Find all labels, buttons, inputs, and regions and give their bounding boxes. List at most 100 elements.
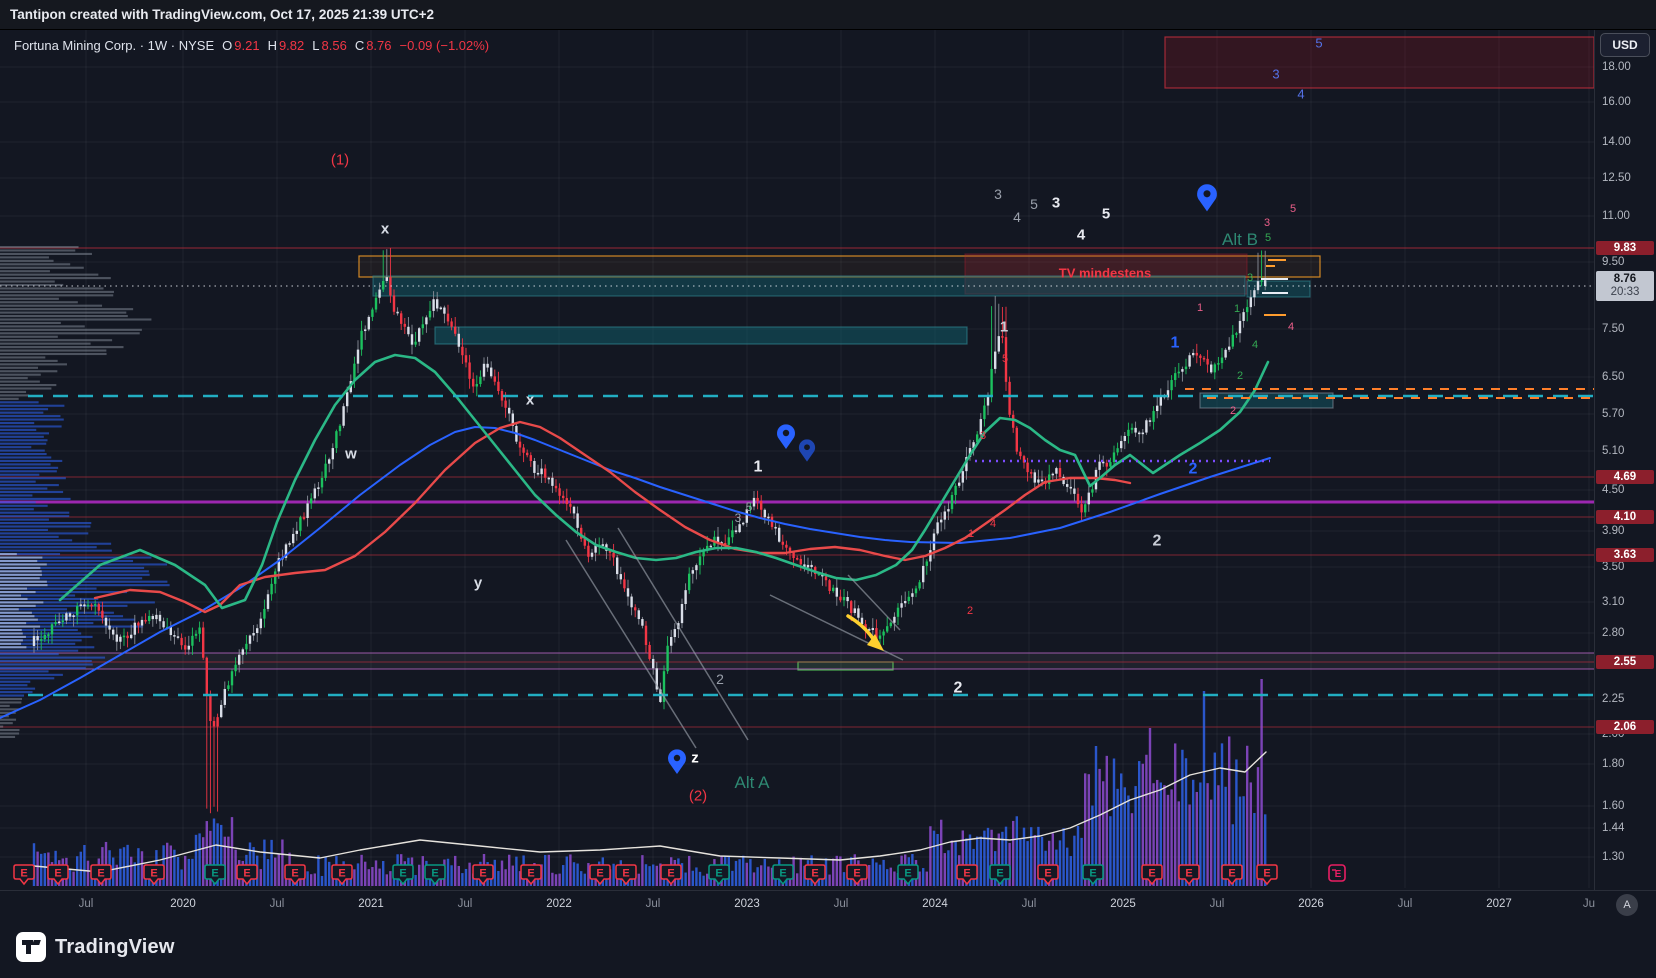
- wave-label[interactable]: TV mindestens: [1059, 266, 1151, 281]
- wave-label[interactable]: 4: [990, 518, 996, 530]
- earnings-badge[interactable]: E: [285, 865, 305, 884]
- price-alert-badge[interactable]: 4.69: [1596, 470, 1654, 484]
- wave-label[interactable]: w: [344, 445, 357, 462]
- wave-label[interactable]: (1): [331, 151, 349, 168]
- wave-label[interactable]: 4: [1288, 321, 1294, 333]
- svg-text:E: E: [20, 868, 27, 880]
- wave-label[interactable]: 2: [1189, 461, 1198, 478]
- wave-label[interactable]: 3: [1264, 217, 1270, 229]
- wave-label[interactable]: 2: [1230, 405, 1236, 417]
- map-pin-icon[interactable]: [668, 749, 686, 774]
- wave-label[interactable]: 1: [1197, 302, 1203, 314]
- wave-label[interactable]: 3: [735, 511, 742, 525]
- wave-label[interactable]: 5: [1315, 36, 1322, 51]
- time-tick: Jul: [270, 898, 285, 910]
- wave-label[interactable]: 3: [1272, 67, 1279, 82]
- time-tick: 2022: [546, 898, 572, 910]
- zone-boxes: [0, 37, 1594, 670]
- time-tick: 2026: [1298, 898, 1324, 910]
- earnings-badge[interactable]: E: [1257, 865, 1277, 884]
- wave-label[interactable]: 2: [716, 671, 724, 687]
- time-tick: 2025: [1110, 898, 1136, 910]
- wave-label[interactable]: 5: [1265, 232, 1271, 244]
- trendline[interactable]: [618, 528, 748, 740]
- price-tick: 5.10: [1595, 445, 1656, 457]
- wave-label[interactable]: 1: [754, 459, 763, 476]
- current-price-badge[interactable]: 8.7620:33: [1596, 271, 1654, 301]
- map-pin-icon[interactable]: [777, 424, 795, 449]
- svg-text:E: E: [291, 868, 298, 880]
- price-alert-badge[interactable]: 3.63: [1596, 548, 1654, 562]
- wave-label[interactable]: 3: [994, 186, 1002, 202]
- wave-label[interactable]: Alt B: [1222, 230, 1258, 249]
- wave-label[interactable]: 1: [968, 528, 974, 540]
- wave-label[interactable]: 2: [967, 605, 973, 617]
- earnings-badge[interactable]: E: [393, 865, 413, 884]
- wave-label[interactable]: 5: [1102, 205, 1110, 222]
- symbol-legend[interactable]: Fortuna Mining Corp. · 1W · NYSEO9.21H9.…: [14, 38, 491, 53]
- ohlc-value: 9.21: [234, 38, 259, 53]
- price-tick: 3.90: [1595, 525, 1656, 537]
- map-pin-icon[interactable]: [1197, 184, 1217, 211]
- time-tick: 2021: [358, 898, 384, 910]
- tradingview-logo-icon: [16, 932, 46, 962]
- price-tick: 11.00: [1595, 210, 1656, 222]
- wave-label[interactable]: 3: [1052, 194, 1060, 211]
- tradingview-logo[interactable]: TradingView: [16, 932, 175, 962]
- price-alert-badge[interactable]: 2.55: [1596, 655, 1654, 669]
- price-tick: 12.50: [1595, 172, 1656, 184]
- price-tick: 1.80: [1595, 758, 1656, 770]
- wave-label[interactable]: z: [691, 749, 699, 766]
- wave-label[interactable]: 2: [1153, 533, 1162, 550]
- wave-label[interactable]: 2: [1237, 370, 1243, 382]
- zone-box[interactable]: [1165, 37, 1594, 88]
- wave-label[interactable]: 1: [1234, 303, 1240, 315]
- svg-text:E: E: [811, 868, 818, 880]
- earnings-badge[interactable]: E: [616, 865, 636, 884]
- auto-scale-button[interactable]: A: [1616, 894, 1638, 916]
- price-tick: 1.30: [1595, 851, 1656, 863]
- wave-label[interactable]: 4: [1013, 209, 1021, 225]
- symbol-title[interactable]: Fortuna Mining Corp. · 1W · NYSE: [14, 38, 214, 53]
- ohlc-value: 8.76: [366, 38, 391, 53]
- future-earnings-badge[interactable]: E: [1329, 865, 1345, 881]
- zone-box[interactable]: [435, 327, 967, 344]
- ohlc-value: 9.82: [279, 38, 304, 53]
- chart-canvas[interactable]: (1)xwxyz(2)Alt AAlt BTV mindestens135221…: [0, 0, 1656, 978]
- wave-label[interactable]: 5: [1002, 353, 1008, 365]
- wave-label[interactable]: y: [474, 574, 483, 591]
- wave-label[interactable]: 1: [1000, 318, 1008, 335]
- earnings-badge[interactable]: E: [332, 865, 352, 884]
- wave-label[interactable]: x: [381, 220, 390, 237]
- price-alert-badge[interactable]: 4.10: [1596, 510, 1654, 524]
- wave-label[interactable]: 4: [1252, 339, 1258, 351]
- wave-label[interactable]: Alt A: [735, 773, 771, 792]
- price-tick: 5.70: [1595, 408, 1656, 420]
- wave-label[interactable]: 5: [1030, 196, 1038, 212]
- zone-box[interactable]: [1247, 281, 1310, 297]
- wave-label[interactable]: 5: [746, 500, 753, 514]
- wave-label[interactable]: 4: [1077, 226, 1086, 243]
- wave-label[interactable]: 3: [1247, 272, 1253, 284]
- svg-text:E: E: [853, 868, 860, 880]
- time-axis[interactable]: A Jul2020Jul2021Jul2022Jul2023Jul2024Jul…: [0, 890, 1656, 918]
- price-alert-badge[interactable]: 2.06: [1596, 720, 1654, 734]
- wave-label[interactable]: 3: [980, 430, 986, 442]
- bar-countdown: 20:33: [1596, 286, 1654, 299]
- svg-text:E: E: [54, 868, 61, 880]
- trendline[interactable]: [566, 540, 696, 748]
- svg-text:E: E: [97, 868, 104, 880]
- price-axis[interactable]: USD 18.0016.0014.0012.5011.009.507.506.5…: [1594, 30, 1656, 890]
- price-alert-badge[interactable]: 9.83: [1596, 241, 1654, 255]
- map-pin-icon[interactable]: [799, 439, 815, 461]
- wave-label[interactable]: 5: [1290, 203, 1296, 215]
- earnings-badge[interactable]: E: [14, 865, 34, 884]
- svg-text:E: E: [1044, 868, 1051, 880]
- wave-label[interactable]: 2: [954, 680, 963, 697]
- wave-label[interactable]: 4: [1297, 87, 1304, 102]
- wave-label[interactable]: (2): [689, 787, 707, 804]
- wave-label[interactable]: 1: [1171, 335, 1180, 352]
- earnings-badge[interactable]: E: [1142, 865, 1162, 884]
- currency-button[interactable]: USD: [1600, 33, 1650, 57]
- wave-label[interactable]: x: [526, 391, 535, 408]
